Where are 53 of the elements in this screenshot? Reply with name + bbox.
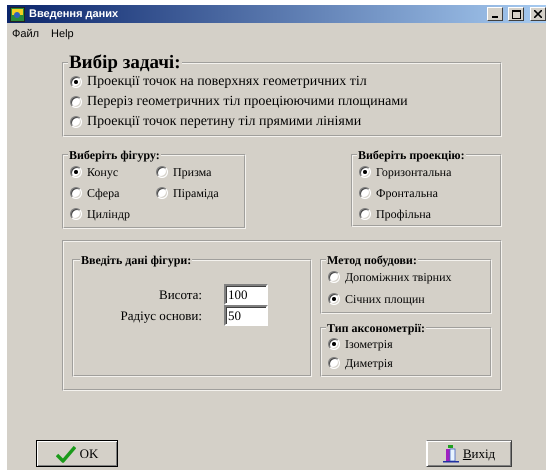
radio-label[interactable]: Проекції точок на поверхнях геометричних тіл bbox=[87, 75, 367, 89]
door-icon bbox=[442, 444, 459, 462]
radio-label[interactable]: Фронтальна bbox=[376, 186, 438, 198]
radio-button[interactable] bbox=[70, 166, 82, 178]
input-field[interactable]: 100 bbox=[224, 284, 268, 305]
radio-label[interactable]: Січних площин bbox=[345, 293, 425, 305]
radio-label[interactable]: Профільна bbox=[376, 208, 431, 220]
radio-label[interactable]: Допоміжних твірних bbox=[345, 271, 452, 283]
radio-button[interactable] bbox=[70, 76, 82, 88]
input-field[interactable]: 50 bbox=[224, 305, 268, 326]
radio-button[interactable] bbox=[70, 96, 82, 108]
maximize-button[interactable] bbox=[508, 7, 524, 21]
group-title: Тип аксонометрії: bbox=[326, 322, 426, 334]
radio-button[interactable] bbox=[328, 356, 340, 368]
field-label: Радіус основи: bbox=[119, 308, 202, 324]
radio-button[interactable] bbox=[328, 293, 340, 305]
close-button[interactable] bbox=[530, 7, 546, 21]
radio-label[interactable]: Піраміда bbox=[173, 186, 219, 198]
close-icon bbox=[534, 10, 542, 18]
window-title: Введення даних bbox=[29, 8, 120, 20]
radio-label[interactable]: Проекції точок перетину тіл прямими лініями bbox=[87, 115, 362, 129]
group-title: Вибір задачі: bbox=[68, 53, 182, 72]
radio-label[interactable]: Ізометрія bbox=[345, 338, 393, 350]
menu-item[interactable]: Файл bbox=[12, 28, 40, 43]
menu-item[interactable]: Help bbox=[51, 28, 74, 43]
minimize-button[interactable] bbox=[487, 7, 503, 21]
radio-button[interactable] bbox=[70, 208, 82, 220]
radio-button[interactable] bbox=[70, 186, 82, 198]
check-icon bbox=[56, 444, 76, 462]
radio-button[interactable] bbox=[359, 208, 371, 220]
radio-button[interactable] bbox=[70, 116, 82, 128]
group-title: Виберіть проекцію: bbox=[357, 149, 466, 161]
radio-label[interactable]: Призма bbox=[173, 166, 212, 178]
radio-label[interactable]: Горизонтальна bbox=[376, 166, 452, 178]
radio-label[interactable]: Циліндр bbox=[87, 208, 130, 220]
radio-button[interactable] bbox=[156, 186, 168, 198]
radio-button[interactable] bbox=[328, 338, 340, 350]
group-title: Метод побудови: bbox=[326, 254, 418, 266]
exit-button[interactable]: Вихід bbox=[426, 440, 512, 467]
radio-label[interactable]: Сфера bbox=[87, 186, 120, 198]
app-icon bbox=[10, 6, 25, 22]
field-label: Висота: bbox=[158, 286, 202, 302]
ok-button[interactable]: OK bbox=[36, 440, 118, 467]
radio-button[interactable] bbox=[359, 166, 371, 178]
radio-button[interactable] bbox=[156, 166, 168, 178]
radio-label[interactable]: Диметрія bbox=[345, 356, 393, 368]
group-title: Введіть дані фігури: bbox=[80, 254, 192, 266]
radio-label[interactable]: Переріз геометричних тіл проеціюючими площинами bbox=[87, 95, 408, 109]
radio-button[interactable] bbox=[328, 271, 340, 283]
maximize-icon bbox=[512, 10, 520, 18]
radio-button[interactable] bbox=[359, 186, 371, 198]
group-title: Виберіть фігуру: bbox=[68, 149, 161, 161]
radio-label[interactable]: Конус bbox=[87, 166, 118, 178]
